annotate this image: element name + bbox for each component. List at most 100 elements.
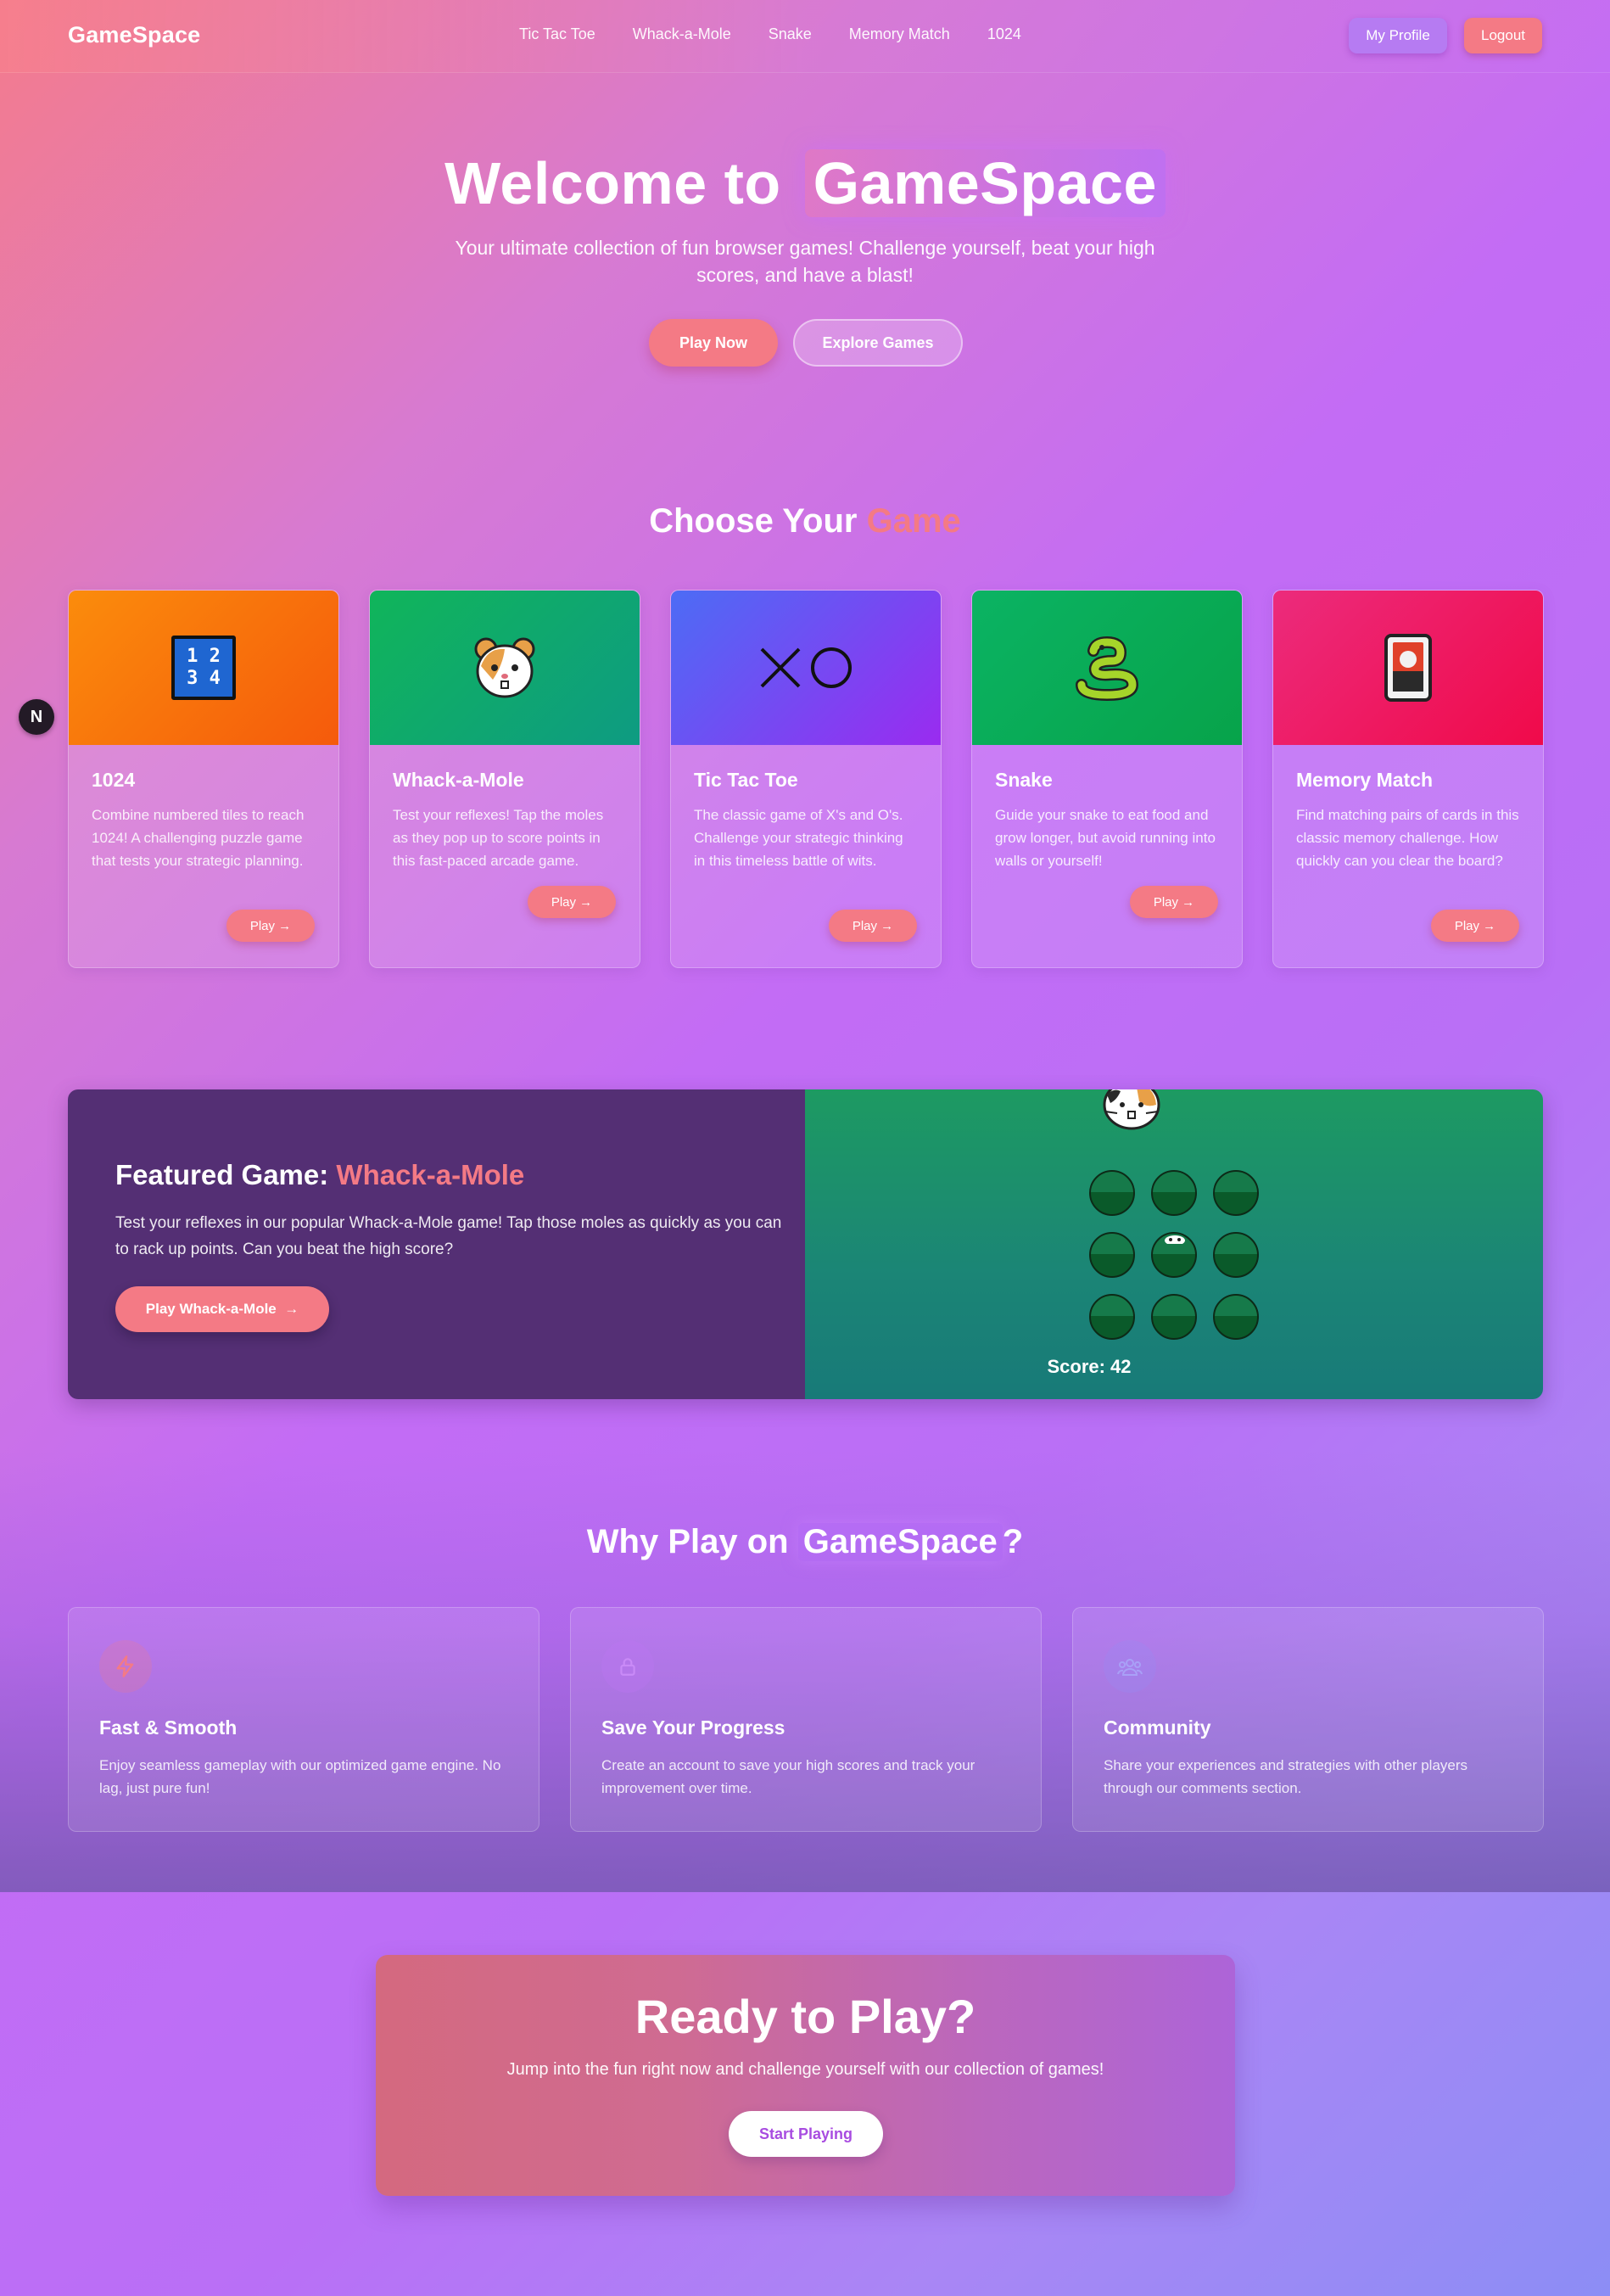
play-snake-button[interactable]: Play → xyxy=(1130,886,1218,918)
feature-title: Community xyxy=(1104,1716,1211,1739)
arrow-right-icon: → xyxy=(880,918,894,933)
featured-info-panel: Featured Game: Whack-a-Mole Test your re… xyxy=(68,1089,805,1399)
tile-row-1: 1 2 xyxy=(187,646,221,667)
snake-icon xyxy=(1076,636,1139,702)
hero-title: Welcome to GameSpace xyxy=(0,149,1610,217)
hamster-peek-icon xyxy=(1103,1089,1160,1130)
game-card-whack-a-mole[interactable]: Whack-a-Mole Test your reflexes! Tap the… xyxy=(369,590,640,968)
games-section-title: Choose Your Game xyxy=(0,502,1610,540)
game-card-snake[interactable]: Snake Guide your snake to eat food and g… xyxy=(971,590,1243,968)
card-title: Tic Tac Toe xyxy=(694,769,798,791)
why-title-suffix: ? xyxy=(1002,1523,1024,1560)
numbers-tile-icon: 1 2 3 4 xyxy=(171,636,236,700)
mole-hole[interactable] xyxy=(1151,1294,1197,1340)
card-title: Whack-a-Mole xyxy=(393,769,524,791)
mole-hole[interactable] xyxy=(1151,1170,1197,1216)
nav-link-whack-a-mole[interactable]: Whack-a-Mole xyxy=(633,25,731,43)
cta-subtitle: Jump into the fun right now and challeng… xyxy=(506,2060,1104,2079)
play-label: Play xyxy=(249,918,275,933)
card-description: Guide your snake to eat food and grow lo… xyxy=(995,807,1216,869)
card-body: Memory Match Find matching pairs of card… xyxy=(1273,745,1543,872)
lightning-icon xyxy=(99,1640,152,1693)
why-title-highlight: GameSpace xyxy=(797,1523,1003,1561)
featured-button-label: Play Whack-a-Mole xyxy=(145,1301,277,1317)
card-title: Snake xyxy=(995,769,1053,791)
logout-button[interactable]: Logout xyxy=(1464,18,1542,53)
play-whack-a-mole-featured-button[interactable]: Play Whack-a-Mole → xyxy=(115,1286,329,1332)
cta-banner: Ready to Play? Jump into the fun right n… xyxy=(376,1955,1235,2196)
arrow-right-icon: → xyxy=(1483,918,1496,933)
arrow-right-icon: → xyxy=(278,918,292,933)
card-description: The classic game of X's and O's. Challen… xyxy=(694,807,903,869)
card-body: Whack-a-Mole Test your reflexes! Tap the… xyxy=(370,745,640,872)
x-o-icon xyxy=(760,647,852,688)
my-profile-button[interactable]: My Profile xyxy=(1349,18,1447,53)
play-label: Play xyxy=(1153,894,1178,910)
feature-title: Fast & Smooth xyxy=(99,1716,238,1739)
games-title-prefix: Choose Your xyxy=(649,502,858,540)
play-label: Play xyxy=(551,894,576,910)
nav-link-memory-match[interactable]: Memory Match xyxy=(849,25,950,43)
hero-title-highlight: GameSpace xyxy=(804,149,1166,217)
play-1024-button[interactable]: Play → xyxy=(226,910,315,942)
mole-hole[interactable] xyxy=(1213,1232,1259,1278)
card-icon xyxy=(1384,634,1432,702)
card-description: Find matching pairs of cards in this cla… xyxy=(1296,807,1519,869)
arrow-right-icon: → xyxy=(1182,894,1195,910)
play-whack-a-mole-button[interactable]: Play → xyxy=(528,886,616,918)
card-body: Snake Guide your snake to eat food and g… xyxy=(972,745,1242,872)
featured-description: Test your reflexes in our popular Whack-… xyxy=(115,1214,782,1258)
feature-description: Share your experiences and strategies wi… xyxy=(1104,1757,1468,1796)
featured-title-accent: Whack-a-Mole xyxy=(336,1159,525,1190)
hero-title-prefix: Welcome to xyxy=(444,150,781,216)
mole-hole[interactable] xyxy=(1213,1294,1259,1340)
nav-link-1024[interactable]: 1024 xyxy=(987,25,1021,43)
featured-game-section: Featured Game: Whack-a-Mole Test your re… xyxy=(68,1089,1543,1399)
play-label: Play xyxy=(852,918,877,933)
mole-hole-active[interactable] xyxy=(1151,1232,1197,1278)
explore-games-button[interactable]: Explore Games xyxy=(793,319,963,367)
game-card-tic-tac-toe[interactable]: Tic Tac Toe The classic game of X's and … xyxy=(670,590,942,968)
game-card-1024[interactable]: 1 2 3 4 1024 Combine numbered tiles to r… xyxy=(68,590,339,968)
card-description: Combine numbered tiles to reach 1024! A … xyxy=(92,807,305,869)
feature-card-save-progress: Save Your Progress Create an account to … xyxy=(570,1607,1042,1832)
game-card-memory-match[interactable]: Memory Match Find matching pairs of card… xyxy=(1272,590,1544,968)
why-title-prefix: Why Play on xyxy=(586,1523,789,1560)
arrow-right-icon: → xyxy=(284,1301,299,1317)
card-banner xyxy=(370,591,640,745)
mole-hole[interactable] xyxy=(1089,1232,1135,1278)
card-description: Test your reflexes! Tap the moles as the… xyxy=(393,807,604,869)
card-banner: 1 2 3 4 xyxy=(69,591,338,745)
top-navbar: GameSpace Tic Tac Toe Whack-a-Mole Snake… xyxy=(0,0,1610,73)
tile-row-2: 3 4 xyxy=(187,668,221,689)
hero-subtitle: Your ultimate collection of fun browser … xyxy=(455,237,1155,286)
start-playing-button[interactable]: Start Playing xyxy=(729,2111,883,2157)
featured-title: Featured Game: Whack-a-Mole xyxy=(115,1159,524,1191)
feature-card-fast-smooth: Fast & Smooth Enjoy seamless gameplay wi… xyxy=(68,1607,539,1832)
nav-link-tic-tac-toe[interactable]: Tic Tac Toe xyxy=(519,25,595,43)
hamster-icon xyxy=(474,637,535,698)
brand-logo[interactable]: GameSpace xyxy=(68,22,200,48)
play-now-button[interactable]: Play Now xyxy=(649,319,778,367)
featured-title-prefix: Featured Game: xyxy=(115,1159,329,1190)
users-icon xyxy=(1104,1640,1156,1693)
lock-icon xyxy=(601,1640,654,1693)
feature-card-community: Community Share your experiences and str… xyxy=(1072,1607,1544,1832)
mole-hole[interactable] xyxy=(1213,1170,1259,1216)
page: GameSpace Tic Tac Toe Whack-a-Mole Snake… xyxy=(0,0,1610,2296)
nav-links: Tic Tac Toe Whack-a-Mole Snake Memory Ma… xyxy=(519,25,1021,43)
floating-n-badge[interactable]: N xyxy=(19,699,54,735)
play-tic-tac-toe-button[interactable]: Play → xyxy=(829,910,917,942)
mole-hole[interactable] xyxy=(1089,1294,1135,1340)
card-banner xyxy=(671,591,941,745)
card-title: Memory Match xyxy=(1296,769,1434,791)
card-body: Tic Tac Toe The classic game of X's and … xyxy=(671,745,941,872)
mole-eyes-icon xyxy=(1165,1235,1185,1244)
featured-score: Score: 42 xyxy=(1047,1356,1132,1377)
mole-hole[interactable] xyxy=(1089,1170,1135,1216)
arrow-right-icon: → xyxy=(579,894,593,910)
play-label: Play xyxy=(1454,918,1479,933)
play-memory-match-button[interactable]: Play → xyxy=(1431,910,1519,942)
nav-link-snake[interactable]: Snake xyxy=(769,25,812,43)
card-body: 1024 Combine numbered tiles to reach 102… xyxy=(69,745,338,872)
